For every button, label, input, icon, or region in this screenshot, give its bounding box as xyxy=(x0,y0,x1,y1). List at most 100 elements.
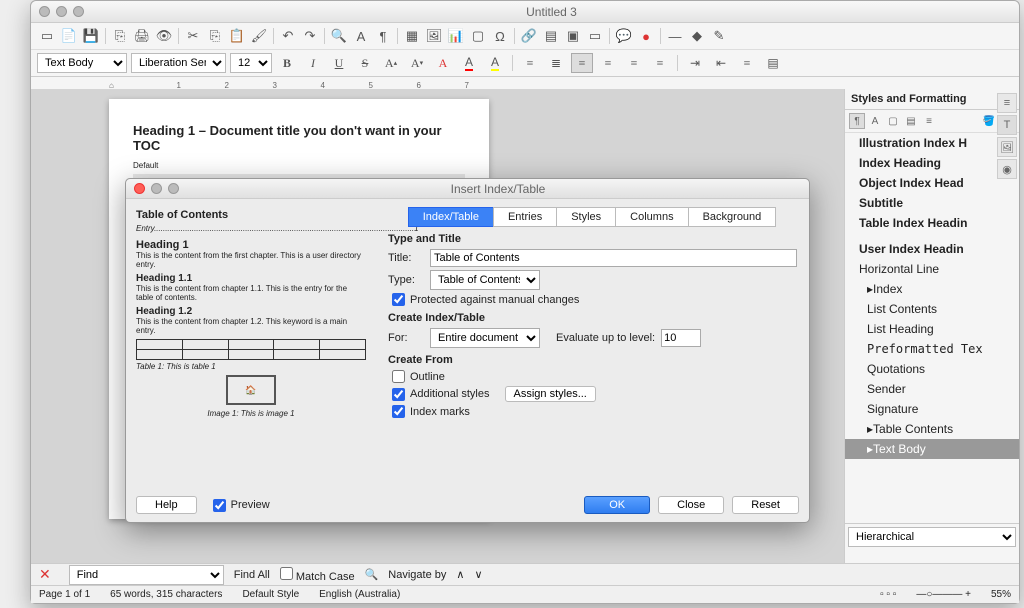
style-item[interactable]: Signature xyxy=(845,399,1019,419)
size-select[interactable]: 12 xyxy=(230,53,272,73)
ok-button[interactable]: OK xyxy=(584,496,650,514)
font-select[interactable]: Liberation Serif xyxy=(131,53,226,73)
window-controls[interactable] xyxy=(39,6,84,17)
title-input[interactable] xyxy=(430,249,797,267)
print-icon[interactable]: 🖨 xyxy=(132,26,152,46)
font-color-button[interactable]: A xyxy=(458,53,480,73)
brush-icon[interactable]: 🖌 xyxy=(249,26,269,46)
find-search-icon[interactable]: 🔍 xyxy=(365,568,379,581)
table-icon[interactable]: ▦ xyxy=(402,26,422,46)
open-icon[interactable]: ▭ xyxy=(37,26,57,46)
frame-styles-icon[interactable]: ▢ xyxy=(885,113,901,129)
save-icon[interactable]: 💾 xyxy=(81,26,101,46)
close-button[interactable]: Close xyxy=(658,496,724,514)
gallery-tab[interactable]: 🖼 xyxy=(997,137,1017,157)
tab-index-table[interactable]: Index/Table xyxy=(408,207,494,227)
underline-button[interactable]: U xyxy=(328,53,350,73)
nonprint-icon[interactable]: ¶ xyxy=(373,26,393,46)
zoom-slider[interactable]: —○——— + xyxy=(916,589,971,600)
bold-button[interactable]: B xyxy=(276,53,298,73)
nav-down-icon[interactable]: ∨ xyxy=(474,568,482,581)
line-spacing-button[interactable]: ≡ xyxy=(736,53,758,73)
style-item[interactable]: ▸Index xyxy=(845,279,1019,299)
align-left-button[interactable]: ≡ xyxy=(571,53,593,73)
clear-format-button[interactable]: A xyxy=(432,53,454,73)
tab-styles[interactable]: Styles xyxy=(556,207,616,227)
style-item[interactable]: List Contents xyxy=(845,299,1019,319)
dialog-controls[interactable] xyxy=(134,183,179,194)
record-icon[interactable]: ● xyxy=(636,26,656,46)
style-item[interactable]: Illustration Index H xyxy=(845,133,1019,153)
help-button[interactable]: Help xyxy=(136,496,197,514)
style-item[interactable]: Object Index Head xyxy=(845,173,1019,193)
find-close-icon[interactable]: ✕ xyxy=(39,566,51,583)
spellcheck-icon[interactable]: A xyxy=(351,26,371,46)
search-icon[interactable]: 🔍 xyxy=(329,26,349,46)
chart-icon[interactable]: 📊 xyxy=(446,26,466,46)
para-styles-icon[interactable]: ¶ xyxy=(849,113,865,129)
copy-icon[interactable]: ⎘ xyxy=(205,26,225,46)
protected-check[interactable] xyxy=(392,293,405,306)
preview-check[interactable] xyxy=(213,499,226,512)
undo-icon[interactable]: ↶ xyxy=(278,26,298,46)
assign-styles-button[interactable]: Assign styles... xyxy=(505,386,596,402)
align-justify-button[interactable]: ≡ xyxy=(649,53,671,73)
superscript-button[interactable]: A▴ xyxy=(380,53,402,73)
tab-columns[interactable]: Columns xyxy=(615,207,688,227)
para-style-select[interactable]: Text Body xyxy=(37,53,127,73)
style-item[interactable]: Table Index Headin xyxy=(845,213,1019,233)
reset-button[interactable]: Reset xyxy=(732,496,799,514)
list-styles-icon[interactable]: ≡ xyxy=(921,113,937,129)
style-item[interactable]: ▸Text Body xyxy=(845,439,1019,459)
bullets-button[interactable]: ≡ xyxy=(519,53,541,73)
redo-icon[interactable]: ↷ xyxy=(300,26,320,46)
char-styles-icon[interactable]: A xyxy=(867,113,883,129)
symbol-icon[interactable]: Ω xyxy=(490,26,510,46)
styles-tab[interactable]: T xyxy=(997,115,1017,135)
style-item[interactable]: Preformatted Tex xyxy=(845,339,1019,359)
shapes-icon[interactable]: ◆ xyxy=(687,26,707,46)
link-icon[interactable]: 🔗 xyxy=(519,26,539,46)
field-icon[interactable]: ▭ xyxy=(585,26,605,46)
outline-check[interactable] xyxy=(392,370,405,383)
style-item[interactable]: Horizontal Line xyxy=(845,259,1019,279)
style-item[interactable]: Subtitle xyxy=(845,193,1019,213)
style-list[interactable]: Illustration Index HIndex HeadingObject … xyxy=(845,133,1019,523)
view-icons[interactable]: ▫ ▫ ▫ xyxy=(880,589,896,600)
draw-icon[interactable]: ✎ xyxy=(709,26,729,46)
tab-entries[interactable]: Entries xyxy=(493,207,557,227)
textbox-icon[interactable]: ▢ xyxy=(468,26,488,46)
footnote-icon[interactable]: ▤ xyxy=(541,26,561,46)
strike-button[interactable]: S xyxy=(354,53,376,73)
style-item[interactable]: Quotations xyxy=(845,359,1019,379)
comment-icon[interactable]: 💬 xyxy=(614,26,634,46)
style-item[interactable]: Sender xyxy=(845,379,1019,399)
style-item[interactable]: ▸Table Contents xyxy=(845,419,1019,439)
cut-icon[interactable]: ✂ xyxy=(183,26,203,46)
para-spacing-button[interactable]: ▤ xyxy=(762,53,784,73)
style-item[interactable]: Index Heading xyxy=(845,153,1019,173)
indent-inc-button[interactable]: ⇥ xyxy=(684,53,706,73)
style-item[interactable]: User Index Headin xyxy=(845,239,1019,259)
align-center-button[interactable]: ≡ xyxy=(597,53,619,73)
image-icon[interactable]: 🖼 xyxy=(424,26,444,46)
type-select[interactable]: Table of Contents xyxy=(430,270,540,290)
subscript-button[interactable]: A▾ xyxy=(406,53,428,73)
indent-dec-button[interactable]: ⇤ xyxy=(710,53,732,73)
properties-tab[interactable]: ≡ xyxy=(997,93,1017,113)
style-item[interactable]: List Heading xyxy=(845,319,1019,339)
line-icon[interactable]: — xyxy=(665,26,685,46)
bookmark-icon[interactable]: ▣ xyxy=(563,26,583,46)
fill-format-icon[interactable]: 🪣 xyxy=(981,113,997,129)
page-styles-icon[interactable]: ▤ xyxy=(903,113,919,129)
preview-icon[interactable]: 👁 xyxy=(154,26,174,46)
new-icon[interactable]: 📄 xyxy=(59,26,79,46)
level-input[interactable] xyxy=(661,329,701,347)
find-all-button[interactable]: Find All xyxy=(234,569,270,581)
italic-button[interactable]: I xyxy=(302,53,324,73)
match-case-check[interactable]: Match Case xyxy=(280,567,355,583)
tab-background[interactable]: Background xyxy=(688,207,777,227)
export-icon[interactable]: ⎘ xyxy=(110,26,130,46)
addstyles-check[interactable] xyxy=(392,388,405,401)
style-filter-select[interactable]: Hierarchical xyxy=(848,527,1016,547)
